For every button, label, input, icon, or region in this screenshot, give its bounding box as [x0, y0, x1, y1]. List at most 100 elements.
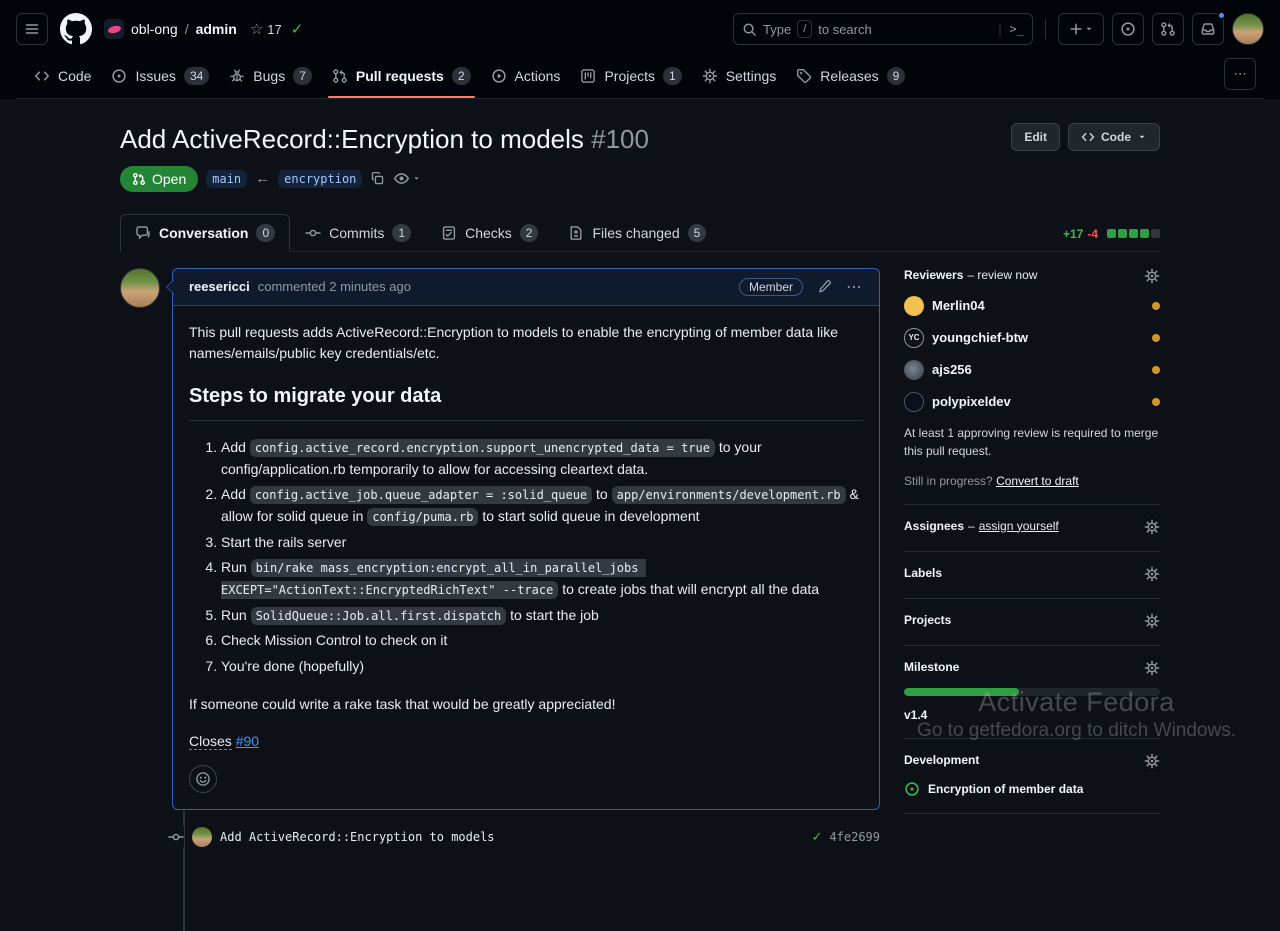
reviewer-row: Merlin04	[904, 296, 1160, 316]
inbox-button[interactable]	[1192, 13, 1224, 45]
review-now-link[interactable]: – review now	[967, 268, 1037, 282]
comment-author-link[interactable]: reesericci	[189, 279, 250, 294]
gear-icon[interactable]	[1144, 613, 1160, 629]
steps-list: Add config.active_record.encryption.supp…	[189, 437, 863, 678]
reviewer-name[interactable]: youngchief-btw	[932, 330, 1028, 345]
search-icon	[742, 22, 757, 37]
gear-icon	[702, 68, 718, 84]
milestone-name-link[interactable]: v1.4	[904, 708, 1160, 722]
commit-message-link[interactable]: Add ActiveRecord::Encryption to models	[220, 830, 495, 844]
gear-icon[interactable]	[1144, 566, 1160, 582]
pr-title-text: Add ActiveRecord::Encryption to models	[120, 124, 584, 154]
gear-icon[interactable]	[1144, 268, 1160, 284]
commit-status-check-icon[interactable]: ✓	[812, 829, 823, 845]
reviewer-name[interactable]: Merlin04	[932, 298, 985, 313]
commit-sha-link[interactable]: 4fe2699	[829, 830, 880, 844]
linked-issue-row: Encryption of member data	[904, 781, 1160, 797]
create-new-button[interactable]	[1058, 13, 1104, 45]
tag-icon	[796, 68, 812, 84]
nav-tab-count: 9	[887, 67, 906, 85]
step-item: Check Mission Control to check on it	[221, 630, 863, 652]
pr-number: #100	[591, 124, 649, 154]
command-palette-icon[interactable]: >_	[1010, 22, 1024, 36]
github-logo-icon[interactable]	[60, 13, 92, 45]
nav-tab-issues[interactable]: Issues 34	[101, 59, 219, 97]
edit-button-label: Edit	[1024, 130, 1047, 144]
diff-additions: +17	[1063, 227, 1083, 241]
plus-icon	[1068, 21, 1084, 37]
linked-issue-link[interactable]: Encryption of member data	[928, 782, 1083, 796]
comment: reesericci commented 2 minutes ago Membe…	[172, 268, 880, 811]
tab-commits[interactable]: Commits 1	[290, 214, 426, 252]
step-text: Start the rails server	[221, 534, 346, 550]
reviewer-name[interactable]: ajs256	[932, 362, 972, 377]
nav-tab-actions[interactable]: Actions	[481, 60, 571, 96]
head-branch-label[interactable]: encryption	[278, 170, 362, 188]
breadcrumb-org-link[interactable]: obl-ong	[131, 21, 178, 37]
watch-dropdown-button[interactable]	[393, 170, 421, 187]
checklist-icon	[441, 225, 457, 241]
gear-icon[interactable]	[1144, 753, 1160, 769]
diffstat[interactable]: +17 -4	[1063, 227, 1160, 251]
reviewer-avatar[interactable]	[904, 360, 924, 380]
edit-button[interactable]: Edit	[1011, 123, 1060, 151]
pull-requests-dashboard-button[interactable]	[1152, 13, 1184, 45]
issues-dashboard-button[interactable]	[1112, 13, 1144, 45]
nav-tab-code[interactable]: Code	[24, 60, 101, 96]
reviewer-avatar[interactable]: YC	[904, 328, 924, 348]
add-reaction-button[interactable]	[189, 765, 217, 793]
gear-icon[interactable]	[1144, 519, 1160, 535]
nav-tab-bugs[interactable]: Bugs 7	[219, 59, 322, 97]
org-avatar[interactable]	[104, 19, 124, 39]
comment-paragraph: If someone could write a rake task that …	[189, 694, 863, 716]
hamburger-menu-button[interactable]	[16, 13, 48, 45]
diff-block-add	[1107, 229, 1116, 238]
code-icon	[1081, 130, 1095, 144]
timeline-column: reesericci commented 2 minutes ago Membe…	[120, 268, 880, 877]
base-branch-label[interactable]: main	[206, 170, 247, 188]
user-avatar[interactable]	[1232, 13, 1264, 45]
nav-tab-count: 7	[293, 67, 312, 85]
draft-prefix: Still in progress?	[904, 474, 993, 488]
tab-conversation[interactable]: Conversation 0	[120, 214, 290, 252]
star-count: 17	[267, 22, 281, 37]
ci-status-check-icon[interactable]: ✓	[291, 20, 304, 38]
nav-tab-pull-requests[interactable]: Pull requests 2	[322, 59, 481, 97]
step-item: Run bin/rake mass_encryption:encrypt_all…	[221, 557, 863, 600]
review-requirement-note: At least 1 approving review is required …	[904, 424, 1160, 460]
comment-heading: Steps to migrate your data	[189, 381, 863, 421]
pencil-icon[interactable]	[817, 279, 832, 294]
sidebar: Reviewers – review now Merlin04 YC young…	[904, 268, 1160, 877]
draft-line: Still in progress? Convert to draft	[904, 474, 1160, 488]
issue-opened-icon	[904, 781, 920, 797]
nav-overflow-button[interactable]: ⋯	[1224, 58, 1256, 90]
reviewer-name[interactable]: polypixeldev	[932, 394, 1011, 409]
code-dropdown-button[interactable]: Code	[1068, 123, 1160, 151]
closes-issue-link[interactable]: #90	[236, 733, 259, 749]
git-pull-request-icon	[1160, 21, 1176, 37]
nav-tab-releases[interactable]: Releases 9	[786, 59, 915, 97]
nav-tab-count: 2	[452, 67, 471, 85]
assign-yourself-link[interactable]: assign yourself	[979, 519, 1059, 533]
tab-checks[interactable]: Checks 2	[426, 214, 553, 252]
gear-icon[interactable]	[1144, 660, 1160, 676]
tab-files-changed[interactable]: Files changed 5	[553, 214, 721, 252]
timeline: Add ActiveRecord::Encryption to models ✓…	[120, 820, 880, 876]
nav-tab-projects[interactable]: Projects 1	[570, 59, 691, 97]
step-item: Start the rails server	[221, 532, 863, 554]
comment-kebab-button[interactable]: ⋯	[846, 277, 863, 297]
step-text: Check Mission Control to check on it	[221, 632, 447, 648]
reviewer-avatar[interactable]	[904, 392, 924, 412]
pending-review-dot	[1152, 302, 1160, 310]
nav-tab-settings[interactable]: Settings	[692, 60, 787, 96]
global-search-input[interactable]: Type / to search | >_	[733, 13, 1033, 45]
convert-to-draft-link[interactable]: Convert to draft	[996, 474, 1079, 488]
copy-branch-button[interactable]	[370, 171, 385, 186]
reviewer-avatar[interactable]	[904, 296, 924, 316]
diff-block-neutral	[1151, 229, 1160, 238]
commit-author-avatar[interactable]	[192, 827, 212, 847]
comment-author-avatar[interactable]	[120, 268, 160, 308]
reviewer-row: polypixeldev	[904, 392, 1160, 412]
tab-count: 0	[256, 224, 275, 242]
breadcrumb-repo-link[interactable]: admin	[196, 21, 237, 37]
